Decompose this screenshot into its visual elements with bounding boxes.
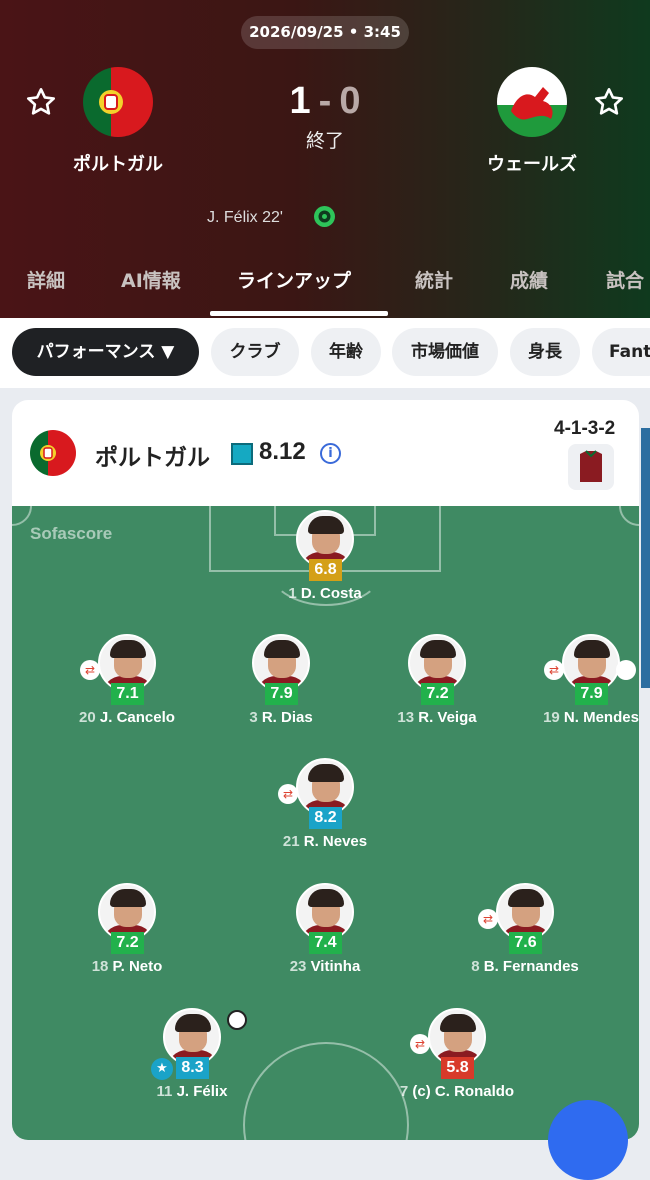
home-score: 1	[289, 80, 311, 122]
player-number: 7	[399, 1083, 409, 1100]
player-name: R. Dias	[261, 709, 313, 726]
player-name-label: 23 Vitinha	[220, 958, 430, 975]
player-name-label: 7 (c) C. Ronaldo	[352, 1083, 562, 1100]
floating-action-button[interactable]	[548, 1100, 628, 1180]
soccer-ball-icon	[314, 206, 335, 227]
player-of-match-star-icon: ★	[151, 1058, 173, 1080]
player-rating: 8.3	[176, 1057, 209, 1079]
filter-market-value[interactable]: 市場価値	[392, 328, 498, 376]
goal-ball-icon	[227, 1010, 247, 1030]
player-number: 8	[471, 958, 480, 975]
score-separator: -	[318, 80, 332, 122]
favorite-home-star-icon[interactable]	[25, 86, 57, 118]
player-number: 19	[543, 709, 560, 726]
filter-fantasy[interactable]: Fanta	[592, 328, 650, 376]
filter-performance[interactable]: パフォーマンス ▼	[12, 328, 199, 376]
player-name-label: 19 N. Mendes	[486, 709, 639, 726]
player-name: B. Fernandes	[483, 958, 579, 975]
lineup-team-name[interactable]: ポルトガル	[95, 438, 210, 472]
match-header: 2026/09/25 • 3:45 ポルトガル ウェールズ 1-0 終了 J. …	[0, 0, 650, 318]
favorite-away-star-icon[interactable]	[593, 86, 625, 118]
player-rating: 7.6	[509, 932, 542, 954]
filter-height[interactable]: 身長	[510, 328, 580, 376]
player-name: (c) C. Ronaldo	[412, 1083, 515, 1100]
player-name: J. Cancelo	[99, 709, 175, 726]
substitution-icon: ⇄	[478, 909, 498, 929]
tab-lineups[interactable]: ラインアップ	[237, 258, 351, 318]
lineup-card: ポルトガル 8.12 i 4-1-3-2 Sofascore 6.8 1 D. C…	[12, 400, 639, 1140]
tab-results[interactable]: 成績	[510, 258, 548, 318]
player-name-label: 11 J. Félix	[87, 1083, 297, 1100]
player-name: R. Neves	[303, 833, 368, 850]
substitution-icon: ⇄	[278, 784, 298, 804]
goal-scorer: J. Félix 22'	[207, 209, 283, 226]
match-datetime: 2026/09/25 • 3:45	[241, 16, 409, 49]
player-number: 13	[397, 709, 415, 726]
side-scroll-indicator	[641, 428, 650, 688]
tab-details[interactable]: 詳細	[27, 258, 65, 318]
player-name: N. Mendes	[563, 709, 639, 726]
player-rating: 7.2	[111, 932, 144, 954]
sofascore-watermark: Sofascore	[30, 524, 113, 543]
player-number: 18	[91, 958, 109, 975]
player-name-label: 1 D. Costa	[220, 585, 430, 602]
player-name: Vitinha	[310, 958, 361, 975]
player-rating: 7.4	[309, 932, 342, 954]
tab-ai-info[interactable]: AI情報	[121, 258, 181, 318]
active-tab-indicator	[210, 311, 388, 316]
player-name-label: 8 B. Fernandes	[420, 958, 630, 975]
match-status: 終了	[305, 130, 344, 152]
team-average-rating: 8.12	[259, 438, 306, 465]
substitution-icon: ⇄	[410, 1034, 430, 1054]
player-name-label: 18 P. Neto	[22, 958, 232, 975]
player-name: P. Neto	[112, 958, 163, 975]
lineup-card-header: ポルトガル 8.12 i 4-1-3-2	[12, 400, 639, 506]
home-team-name[interactable]: ポルトガル	[38, 150, 198, 176]
info-icon[interactable]: i	[320, 443, 341, 464]
substitution-icon: ⇄	[80, 660, 100, 680]
formation-label: 4-1-3-2	[554, 418, 616, 439]
player-rating: 7.9	[575, 683, 608, 705]
wales-flag-icon[interactable]	[497, 67, 567, 137]
player-rating: 7.9	[265, 683, 298, 705]
player-name-label: 21 R. Neves	[220, 833, 430, 850]
player-number: 21	[282, 833, 300, 850]
tab-bar: 詳細 AI情報 ラインアップ 統計 成績 試合	[0, 258, 650, 318]
player-name: J. Félix	[176, 1083, 228, 1100]
player-number: 20	[79, 709, 96, 726]
scoreboard: 1-0	[225, 80, 425, 123]
player-rating: 5.8	[441, 1057, 474, 1079]
player-number: 11	[156, 1083, 173, 1100]
portugal-flag-icon[interactable]	[83, 67, 153, 137]
player-number: 1	[288, 585, 297, 602]
substitution-icon: ⇄	[544, 660, 564, 680]
portugal-flag-icon	[30, 430, 76, 476]
player-number: 23	[289, 958, 307, 975]
away-team-name[interactable]: ウェールズ	[452, 150, 612, 176]
assist-boot-icon	[616, 660, 636, 680]
tab-stats[interactable]: 統計	[415, 258, 453, 318]
player-rating: 8.2	[309, 807, 342, 829]
player-rating: 6.8	[309, 559, 342, 581]
pitch: Sofascore 6.8 1 D. Costa 7.1 20 J. Cancelo ⇄…	[12, 486, 639, 1140]
tab-matches[interactable]: 試合	[606, 258, 644, 318]
away-score: 0	[339, 80, 361, 122]
player-number: 3	[249, 709, 258, 726]
filter-chip-bar: パフォーマンス ▼ クラブ 年齢 市場価値 身長 Fanta	[0, 318, 650, 388]
filter-club[interactable]: クラブ	[211, 328, 299, 376]
team-kit-icon[interactable]	[568, 444, 614, 490]
filter-age[interactable]: 年齢	[311, 328, 381, 376]
player-name: R. Veiga	[418, 709, 477, 726]
player-rating: 7.1	[111, 683, 144, 705]
player-rating: 7.2	[421, 683, 454, 705]
player-name: D. Costa	[300, 585, 362, 602]
team-rating-badge-icon	[231, 443, 253, 465]
